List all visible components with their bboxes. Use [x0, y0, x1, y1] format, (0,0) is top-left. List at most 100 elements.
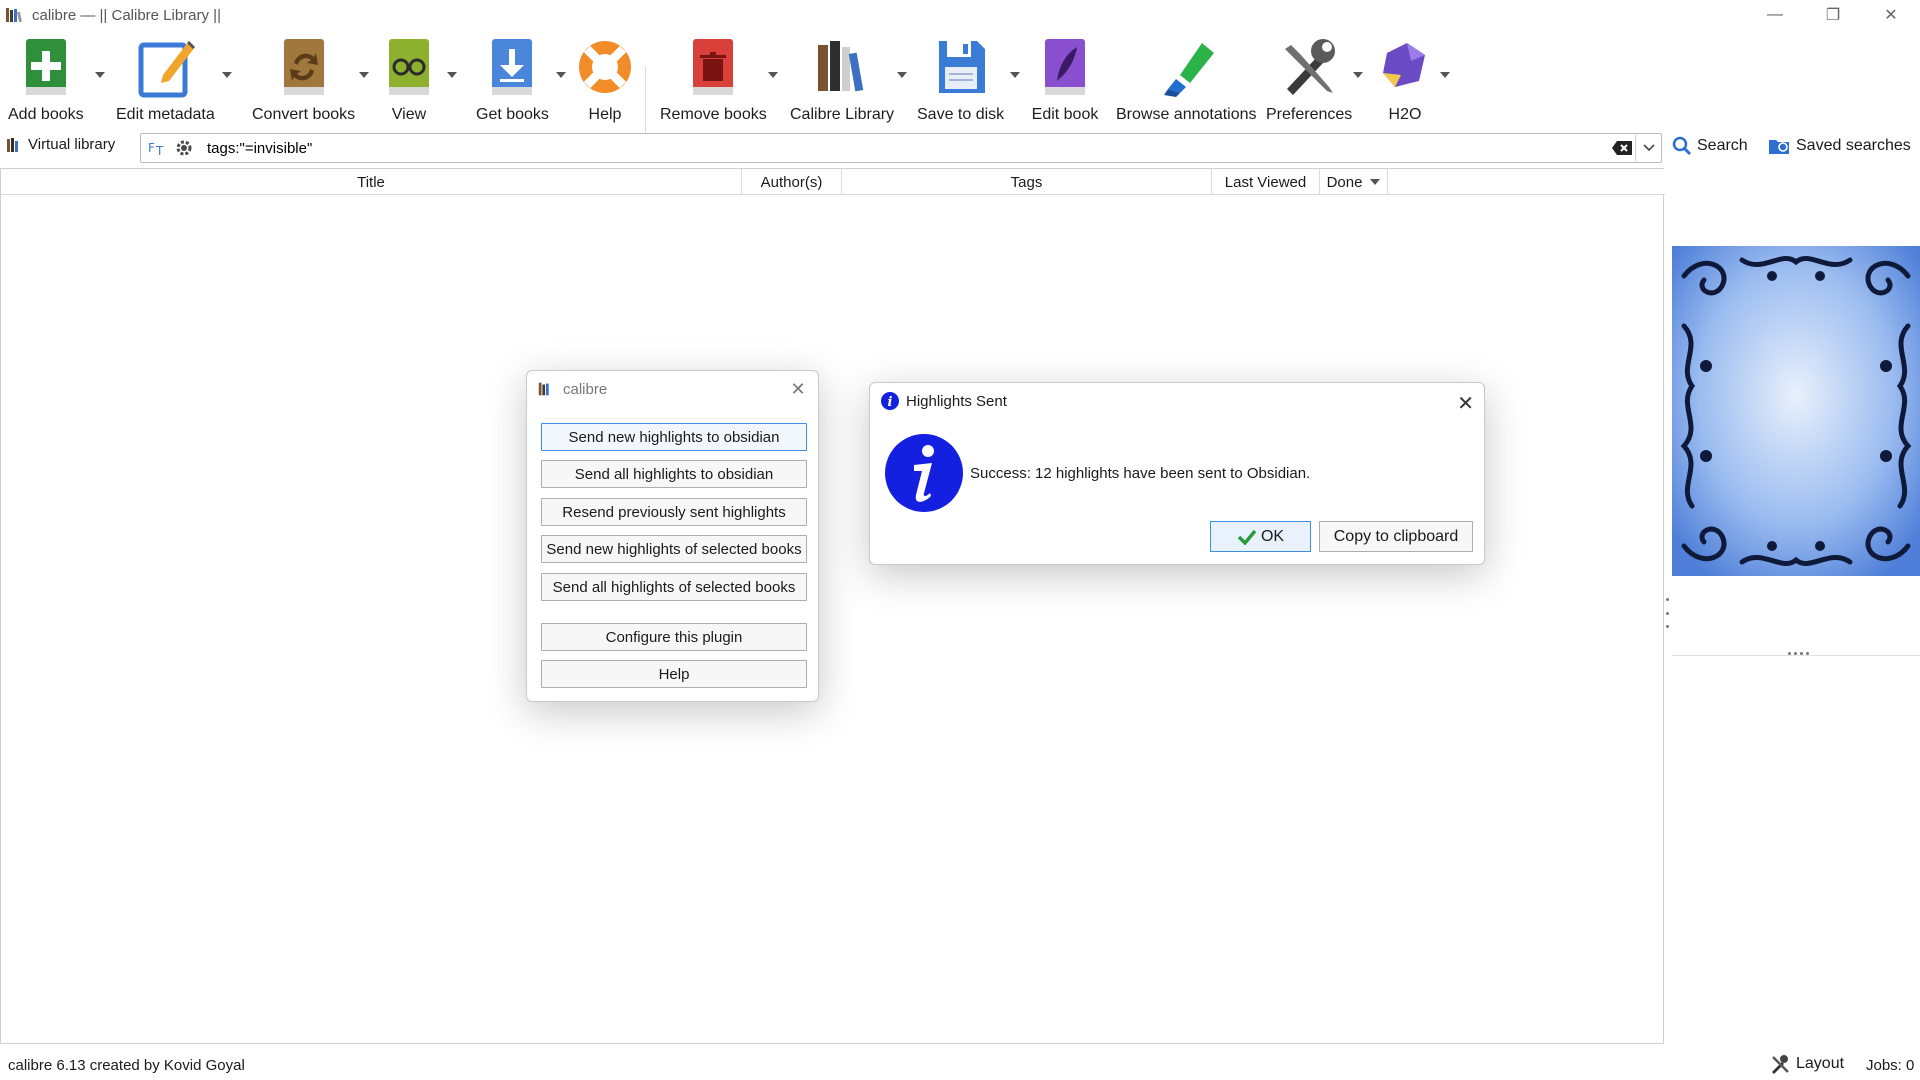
search-history-dropdown[interactable]	[1635, 135, 1661, 161]
vertical-splitter-handle[interactable]	[1664, 598, 1670, 628]
copy-to-clipboard-button[interactable]: Copy to clipboard	[1319, 521, 1473, 552]
send-new-highlights-button[interactable]: Send new highlights to obsidian	[541, 423, 807, 451]
help-label: Help	[588, 106, 622, 123]
sort-descending-icon	[1370, 179, 1381, 185]
add-books-button[interactable]: Add books	[8, 32, 84, 124]
edit-book-button[interactable]: Edit book	[1030, 32, 1100, 124]
backspace-clear-icon	[1612, 141, 1632, 155]
column-header-last-viewed[interactable]: Last Viewed	[1212, 169, 1320, 195]
main-toolbar: Add books Edit metadata Convert books Vi…	[0, 30, 1920, 146]
help-button[interactable]: Help	[570, 32, 640, 124]
get-books-label: Get books	[476, 106, 549, 123]
minimize-button[interactable]: —	[1746, 0, 1804, 30]
view-book-icon	[389, 39, 429, 95]
saved-searches-button[interactable]: Saved searches	[1768, 136, 1911, 156]
tools-layout-icon	[1772, 1055, 1789, 1074]
remove-books-icon	[693, 39, 734, 95]
send-all-selected-button[interactable]: Send all highlights of selected books	[541, 573, 807, 601]
plugin-help-button[interactable]: Help	[541, 660, 807, 688]
edit-metadata-dropdown-arrow-icon[interactable]	[222, 72, 232, 78]
maximize-button[interactable]: ❐	[1804, 0, 1862, 30]
layout-button[interactable]: Layout	[1770, 1054, 1844, 1074]
configure-plugin-button[interactable]: Configure this plugin	[541, 623, 807, 651]
column-header-authors[interactable]: Author(s)	[742, 169, 842, 195]
h2o-dropdown-arrow-icon[interactable]	[1440, 72, 1450, 78]
h2o-button[interactable]: H2O	[1370, 32, 1440, 124]
plugin-dialog-close-button[interactable]: ✕	[788, 379, 808, 399]
saved-searches-label: Saved searches	[1796, 137, 1911, 154]
search-options-button[interactable]	[171, 135, 197, 161]
saved-searches-folder-icon	[1769, 140, 1789, 154]
info-small-icon: i	[881, 392, 899, 410]
book-cover-image	[1672, 246, 1920, 576]
jobs-indicator[interactable]: Jobs: 0	[1866, 1057, 1914, 1074]
convert-books-button[interactable]: Convert books	[252, 32, 355, 124]
ok-button[interactable]: OK	[1210, 521, 1311, 552]
send-all-highlights-button[interactable]: Send all highlights to obsidian	[541, 460, 807, 488]
status-bar: calibre 6.13 created by Kovid Goyal Layo…	[0, 1048, 1920, 1080]
save-to-disk-button[interactable]: Save to disk	[917, 32, 1004, 124]
column-title-label: Title	[357, 173, 385, 191]
svg-text:T: T	[155, 144, 164, 157]
column-header-title[interactable]: Title	[1, 169, 742, 195]
view-label: View	[391, 106, 427, 123]
window-controls: — ❐ ✕	[1746, 0, 1920, 30]
library-icon	[7, 137, 18, 152]
highlighter-icon	[1164, 43, 1215, 97]
book-list-table[interactable]: Title Author(s) Tags Last Viewed Done	[0, 168, 1665, 1044]
window-title: calibre — || Calibre Library ||	[32, 6, 221, 24]
get-books-dropdown-arrow-icon[interactable]	[556, 72, 566, 78]
preferences-label: Preferences	[1266, 106, 1353, 123]
column-header-tags[interactable]: Tags	[842, 169, 1212, 195]
h2o-gem-icon	[1383, 43, 1425, 87]
column-headers: Title Author(s) Tags Last Viewed Done	[1, 169, 1665, 195]
browse-annotations-button[interactable]: Browse annotations	[1116, 32, 1257, 124]
virtual-library-button[interactable]: Virtual library	[6, 136, 115, 153]
close-window-button[interactable]: ✕	[1862, 0, 1920, 30]
save-to-disk-dropdown-arrow-icon[interactable]	[1010, 72, 1020, 78]
column-tags-label: Tags	[1010, 173, 1043, 191]
column-last-viewed-label: Last Viewed	[1224, 173, 1307, 191]
calibre-library-dropdown-arrow-icon[interactable]	[897, 72, 907, 78]
add-books-icon	[25, 39, 66, 95]
save-disk-icon	[938, 41, 985, 93]
view-dropdown-arrow-icon[interactable]	[447, 72, 457, 78]
layout-label: Layout	[1796, 1055, 1845, 1072]
remove-books-dropdown-arrow-icon[interactable]	[768, 72, 778, 78]
library-books-icon	[818, 41, 864, 92]
edit-metadata-label: Edit metadata	[116, 106, 215, 123]
add-books-label: Add books	[8, 106, 84, 123]
calibre-library-button[interactable]: Calibre Library	[790, 32, 894, 124]
get-books-button[interactable]: Get books	[476, 32, 549, 124]
preferences-dropdown-arrow-icon[interactable]	[1353, 72, 1363, 78]
plugin-dialog-titlebar: calibre ✕	[527, 371, 818, 407]
ok-label: OK	[1260, 527, 1285, 545]
view-button[interactable]: View	[374, 32, 444, 124]
magnifier-icon	[1672, 136, 1692, 156]
search-button-label: Search	[1697, 137, 1748, 154]
add-books-dropdown-arrow-icon[interactable]	[95, 72, 105, 78]
edit-metadata-button[interactable]: Edit metadata	[116, 32, 215, 124]
info-dialog-title: Highlights Sent	[906, 392, 1007, 410]
calibre-logo-icon	[6, 8, 22, 23]
full-text-search-button[interactable]: F T	[145, 135, 171, 161]
details-panel-divider	[1672, 655, 1920, 656]
search-input[interactable]	[207, 139, 1609, 157]
plugin-dialog-title: calibre	[563, 380, 608, 398]
search-button[interactable]: Search	[1672, 136, 1748, 156]
column-header-done[interactable]: Done	[1320, 169, 1388, 195]
remove-books-button[interactable]: Remove books	[660, 32, 767, 124]
wrench-screwdriver-icon	[1285, 39, 1336, 95]
info-dialog-titlebar: i Highlights Sent	[880, 391, 1007, 411]
clear-search-button[interactable]	[1609, 135, 1635, 161]
edit-metadata-icon	[138, 41, 196, 98]
resend-highlights-button[interactable]: Resend previously sent highlights	[541, 498, 807, 526]
title-bar: calibre — || Calibre Library || — ❐ ✕	[0, 0, 1920, 30]
info-dialog-close-button[interactable]: ✕	[1457, 391, 1474, 416]
horizontal-splitter-handle[interactable]	[1788, 652, 1809, 655]
status-message: calibre 6.13 created by Kovid Goyal	[8, 1057, 245, 1074]
preferences-button[interactable]: Preferences	[1266, 32, 1352, 124]
calibre-library-label: Calibre Library	[790, 106, 895, 123]
send-new-selected-button[interactable]: Send new highlights of selected books	[541, 535, 807, 563]
convert-books-dropdown-arrow-icon[interactable]	[359, 72, 369, 78]
